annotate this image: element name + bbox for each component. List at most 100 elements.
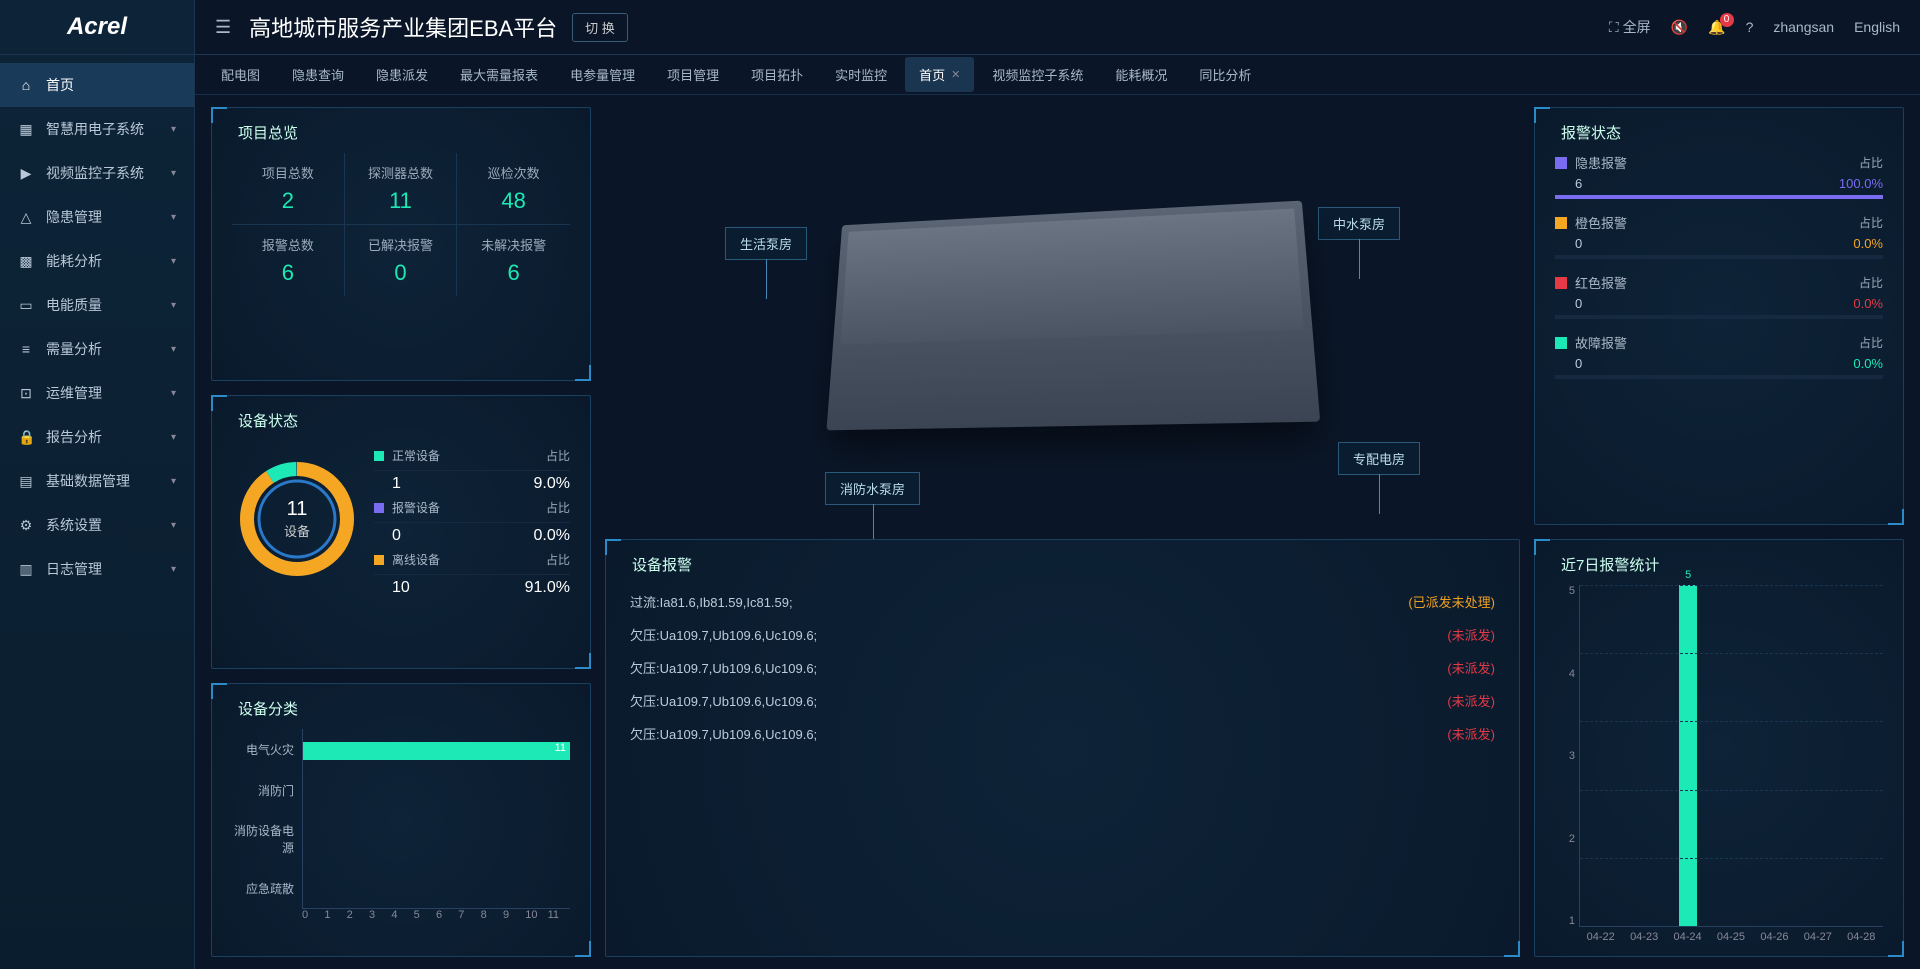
tab-label: 实时监控	[835, 65, 887, 84]
nav-label: 首页	[46, 75, 74, 95]
overview-cell: 已解决报警0	[345, 225, 458, 296]
sidebar-item-5[interactable]: ▭电能质量▾	[0, 283, 194, 327]
chart-y-tick: 2	[1555, 833, 1575, 845]
chart-bar: 5	[1679, 585, 1697, 926]
ov-value: 0	[345, 260, 457, 286]
chevron-down-icon: ▾	[171, 300, 176, 311]
help-icon[interactable]: ?	[1746, 19, 1754, 35]
sidebar-item-9[interactable]: ▤基础数据管理▾	[0, 459, 194, 503]
alarm-row[interactable]: 欠压:Ua109.7,Ub109.6,Uc109.6;(未派发)	[626, 684, 1499, 717]
alarm-status-item: 故障报警占比00.0%	[1555, 333, 1883, 379]
tab-label: 隐患派发	[376, 65, 428, 84]
nav-label: 电能质量	[46, 295, 102, 315]
ov-value: 6	[457, 260, 570, 286]
tab-label: 项目管理	[667, 65, 719, 84]
alarm-text: 欠压:Ua109.7,Ub109.6,Uc109.6;	[630, 625, 1447, 644]
alarm-row[interactable]: 欠压:Ua109.7,Ub109.6,Uc109.6;(未派发)	[626, 717, 1499, 750]
tab-8[interactable]: 首页 ✕	[905, 57, 974, 92]
ds-row: 正常设备占比	[374, 441, 570, 471]
volume-icon[interactable]: 🔇	[1671, 19, 1688, 36]
switch-button[interactable]: 切 换	[572, 13, 628, 42]
alarm-row[interactable]: 过流:Ia81.6,Ib81.59,Ic81.59;(已派发未处理)	[626, 585, 1499, 618]
chart-x-tick: 3	[369, 909, 391, 921]
menu-toggle-icon[interactable]: ☰	[215, 17, 231, 38]
building-3d-view[interactable]: 生活泵房 中水泵房 消防水泵房 专配电房	[605, 107, 1520, 525]
ds-name: 离线设备	[392, 551, 546, 568]
alarm-row[interactable]: 欠压:Ua109.7,Ub109.6,Uc109.6;(未派发)	[626, 651, 1499, 684]
tab-3[interactable]: 最大需量报表	[446, 57, 552, 92]
alarm-status: (未派发)	[1447, 724, 1495, 743]
nav-icon: ▶	[18, 165, 34, 182]
building-label: 消防水泵房	[825, 472, 920, 505]
tab-4[interactable]: 电参量管理	[556, 57, 649, 92]
as-ratio-label: 占比	[1859, 334, 1883, 351]
donut-chart: 11 设备	[232, 454, 362, 584]
tab-6[interactable]: 项目拓扑	[737, 57, 817, 92]
donut-label: 设备	[284, 521, 310, 540]
chart-y-label: 应急疏散	[232, 880, 294, 897]
sidebar-item-4[interactable]: ▩ 能耗分析 ▾	[0, 239, 194, 283]
notification-bell-icon[interactable]: 🔔0	[1708, 19, 1725, 36]
color-swatch	[374, 503, 384, 513]
tab-label: 首页	[919, 65, 945, 84]
class-bar-row	[303, 787, 570, 805]
chevron-down-icon: ▾	[171, 256, 176, 267]
sidebar-item-0[interactable]: ⌂首页	[0, 63, 194, 107]
close-icon[interactable]: ✕	[951, 68, 960, 81]
tab-label: 视频监控子系统	[992, 65, 1083, 84]
color-swatch	[374, 451, 384, 461]
sidebar-item-6[interactable]: ≡需量分析▾	[0, 327, 194, 371]
tab-9[interactable]: 视频监控子系统	[978, 57, 1097, 92]
color-swatch	[1555, 337, 1567, 349]
alarm-status: (未派发)	[1447, 658, 1495, 677]
nav-label: 能耗分析	[46, 251, 102, 271]
ov-label: 巡检次数	[457, 163, 570, 182]
tab-11[interactable]: 同比分析	[1185, 57, 1265, 92]
ds-ratio-label: 占比	[546, 447, 570, 464]
language-switch[interactable]: English	[1854, 19, 1900, 35]
chart-x-label: 04-22	[1579, 931, 1622, 943]
sidebar-item-2[interactable]: ▶视频监控子系统▾	[0, 151, 194, 195]
chart-x-tick: 4	[391, 909, 413, 921]
sidebar-item-3[interactable]: △隐患管理▾	[0, 195, 194, 239]
fullscreen-button[interactable]: ⛶ 全屏	[1609, 17, 1651, 37]
ov-label: 未解决报警	[457, 235, 570, 254]
bar-slot	[1580, 585, 1623, 926]
app-title: 高地城市服务产业集团EBA平台	[249, 11, 557, 43]
chart-x-label: 04-26	[1753, 931, 1796, 943]
tab-7[interactable]: 实时监控	[821, 57, 901, 92]
sidebar-item-7[interactable]: ⊡运维管理▾	[0, 371, 194, 415]
nav-icon: ▩	[18, 253, 34, 270]
tab-2[interactable]: 隐患派发	[362, 57, 442, 92]
alarm-row[interactable]: 欠压:Ua109.7,Ub109.6,Uc109.6;(未派发)	[626, 750, 1499, 755]
sidebar-item-11[interactable]: ▥日志管理▾	[0, 547, 194, 591]
alarm-row[interactable]: 欠压:Ua109.7,Ub109.6,Uc109.6;(未派发)	[626, 618, 1499, 651]
sidebar-item-1[interactable]: ▦智慧用电子系统▾	[0, 107, 194, 151]
nav-label: 运维管理	[46, 383, 102, 403]
chart-y-tick: 1	[1555, 915, 1575, 927]
bar-slot	[1710, 585, 1753, 926]
tab-0[interactable]: 配电图	[207, 57, 274, 92]
as-name: 橙色报警	[1575, 213, 1859, 232]
sidebar-item-10[interactable]: ⚙系统设置▾	[0, 503, 194, 547]
username[interactable]: zhangsan	[1773, 19, 1834, 35]
chart-x-tick: 8	[481, 909, 503, 921]
chevron-down-icon: ▾	[171, 564, 176, 575]
sidebar-item-8[interactable]: 🔒报告分析▾	[0, 415, 194, 459]
building-label: 生活泵房	[725, 227, 807, 260]
as-name: 故障报警	[1575, 333, 1859, 352]
building-label: 专配电房	[1338, 442, 1420, 475]
overview-cell: 项目总数2	[232, 153, 345, 225]
tab-10[interactable]: 能耗概况	[1101, 57, 1181, 92]
panel-overview: 项目总览 项目总数2探测器总数11巡检次数48 报警总数6已解决报警0未解决报警…	[211, 107, 591, 381]
chart-x-tick: 6	[436, 909, 458, 921]
chevron-down-icon: ▾	[171, 432, 176, 443]
tab-1[interactable]: 隐患查询	[278, 57, 358, 92]
alarm-status-item: 橙色报警占比00.0%	[1555, 213, 1883, 259]
alarm-status: (未派发)	[1447, 691, 1495, 710]
tab-5[interactable]: 项目管理	[653, 57, 733, 92]
overview-cell: 报警总数6	[232, 225, 345, 296]
bar-slot	[1796, 585, 1839, 926]
tab-label: 能耗概况	[1115, 65, 1167, 84]
ds-values: 19.0%	[374, 471, 570, 493]
